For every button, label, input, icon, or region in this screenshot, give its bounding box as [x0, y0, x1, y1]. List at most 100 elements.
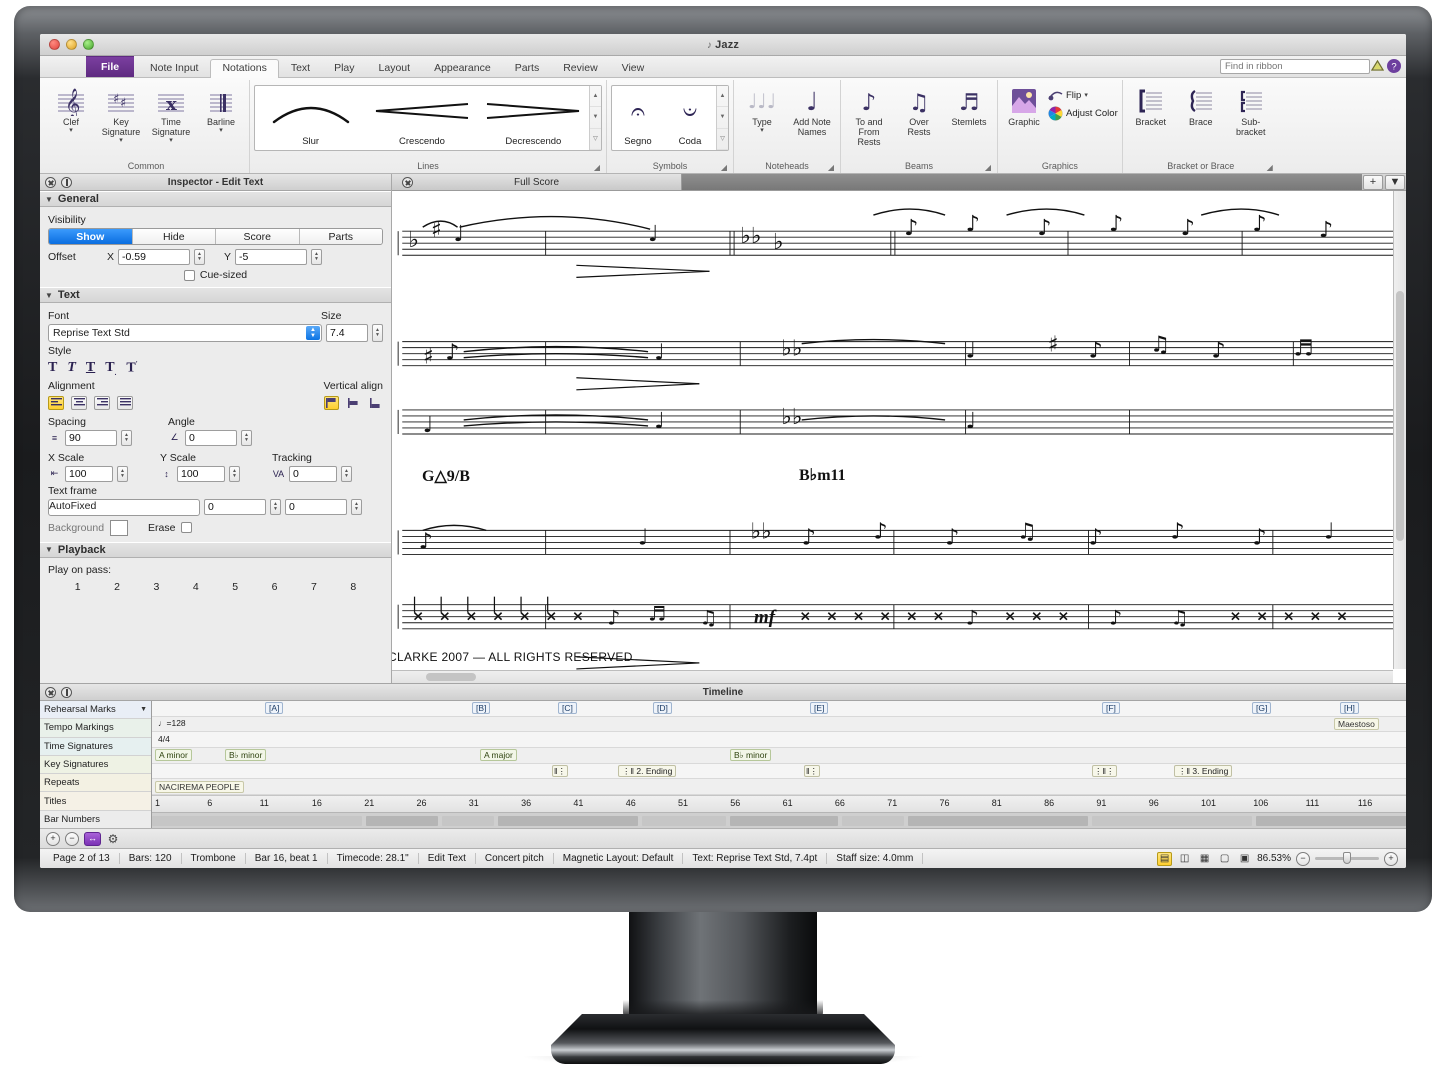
- pass-8[interactable]: 8: [334, 581, 373, 593]
- x-scale-input[interactable]: 100: [65, 466, 113, 482]
- tab-note-input[interactable]: Note Input: [138, 59, 210, 78]
- minus-circle-icon[interactable]: −: [1296, 852, 1310, 866]
- symbols-scroll-up-icon[interactable]: ▲: [717, 86, 728, 107]
- zoom-out-icon[interactable]: −: [65, 832, 79, 846]
- vertical-alignment-group[interactable]: [324, 396, 383, 410]
- rehearsal-mark-b[interactable]: [B]: [472, 702, 490, 714]
- status-concert-pitch[interactable]: Concert pitch: [476, 853, 554, 864]
- text-frame-height-input[interactable]: 0: [285, 499, 347, 515]
- zoom-slider[interactable]: [1315, 857, 1379, 860]
- gallery-scroll-down-icon[interactable]: ▼: [590, 107, 601, 128]
- lines-gallery-scrollbar[interactable]: ▲ ▼ ▽: [589, 86, 601, 150]
- clef-button[interactable]: 𝄞 Clef ▾: [47, 83, 95, 136]
- visibility-option-show[interactable]: Show: [49, 229, 133, 244]
- copyright-text[interactable]: CLARKE 2007 — ALL RIGHTS RESERVED: [392, 650, 633, 664]
- graphic-button[interactable]: Graphic: [1002, 83, 1046, 130]
- disclosure-triangle-icon[interactable]: ▼: [45, 545, 53, 554]
- timeline-bar-ruler[interactable]: 1611162126313641465156616671768186919610…: [152, 795, 1406, 812]
- key-signature-button[interactable]: ♯ ♯ Key Signature ▾: [97, 83, 145, 146]
- play-on-pass-row[interactable]: 1 2 3 4 5 6 7 8: [48, 578, 383, 593]
- add-note-names-button[interactable]: ♩ Add Note Names: [788, 83, 836, 140]
- score-paper[interactable]: ♭♯ ♩♩ ♭♭♭ ♪♪ ♪♪ ♪♪ ♪ ♯♪ ♩ ♭♭ ♩♯ ♪♫: [392, 191, 1406, 683]
- lines-gallery[interactable]: Slur Crescendo Decrescendo: [254, 85, 602, 151]
- align-right-icon[interactable]: [94, 396, 110, 410]
- tab-file[interactable]: File: [86, 56, 134, 77]
- font-size-stepper[interactable]: ▲▼: [372, 324, 383, 342]
- pass-4[interactable]: 4: [176, 581, 215, 593]
- symbols-scroll-down-icon[interactable]: ▼: [717, 107, 728, 128]
- tab-appearance[interactable]: Appearance: [422, 59, 503, 78]
- full-screen-icon[interactable]: ▣: [1237, 852, 1252, 866]
- timeline-mini-map[interactable]: [152, 812, 1406, 828]
- symbols-gallery[interactable]: 𝄐 Segno 𝄑 Coda ▲ ▼: [611, 85, 729, 151]
- timeline-row-key-signatures[interactable]: Key Signatures: [40, 756, 151, 774]
- beam-to-from-rests-button[interactable]: ♪ To and From Rests: [845, 83, 893, 150]
- time-signature-1[interactable]: 4/4: [155, 734, 173, 746]
- text-frame-option-fixed[interactable]: Fixed: [71, 500, 97, 515]
- valign-bottom-icon[interactable]: [368, 396, 383, 410]
- tab-play[interactable]: Play: [322, 59, 366, 78]
- single-page-view-icon[interactable]: ▢: [1217, 852, 1232, 866]
- pass-6[interactable]: 6: [255, 581, 294, 593]
- notehead-type-button[interactable]: ♩♩♩ Type ▾: [738, 83, 786, 136]
- rehearsal-mark-g[interactable]: [G]: [1252, 702, 1271, 714]
- tab-text[interactable]: Text: [279, 59, 322, 78]
- track-repeats[interactable]: ‖⋮ ⋮‖ 2. Ending ‖⋮ ⋮‖⋮ ⋮‖ 3. Ending: [152, 764, 1406, 780]
- timeline-row-repeats[interactable]: Repeats: [40, 774, 151, 792]
- lines-dialog-launcher-icon[interactable]: ◢: [594, 161, 600, 174]
- bracket-dialog-launcher-icon[interactable]: ◢: [1267, 161, 1273, 174]
- decrescendo-gallery-item[interactable]: Decrescendo: [478, 86, 589, 150]
- align-left-icon[interactable]: [48, 396, 64, 410]
- font-size-input[interactable]: 7.4: [326, 324, 368, 342]
- spreads-view-icon[interactable]: ◫: [1177, 852, 1192, 866]
- track-tempo-markings[interactable]: ♩=128 Maestoso: [152, 717, 1406, 733]
- symbols-gallery-scrollbar[interactable]: ▲ ▼ ▽: [716, 86, 728, 150]
- rehearsal-mark-c[interactable]: [C]: [558, 702, 577, 714]
- stemlets-button[interactable]: ♬ Stemlets: [945, 83, 993, 130]
- tab-list-icon[interactable]: ▼: [1385, 175, 1405, 190]
- tab-review[interactable]: Review: [551, 59, 609, 78]
- key-signature-bb-minor-2[interactable]: B♭ minor: [730, 749, 771, 761]
- align-center-icon[interactable]: [71, 396, 87, 410]
- chord-symbol-1[interactable]: G△9/B: [422, 466, 470, 486]
- chevron-down-icon[interactable]: ▾: [169, 138, 173, 143]
- barline-button[interactable]: Barline ▾: [197, 83, 245, 136]
- rehearsal-mark-a[interactable]: [A]: [265, 702, 283, 714]
- panorama-view-icon[interactable]: ▤: [1157, 852, 1172, 866]
- chevron-down-icon[interactable]: ▼: [140, 706, 147, 713]
- tab-view[interactable]: View: [610, 59, 657, 78]
- key-signature-a-minor[interactable]: A minor: [155, 749, 192, 761]
- tracking-input[interactable]: 0: [289, 466, 337, 482]
- y-scale-stepper[interactable]: ▲▼: [229, 466, 240, 482]
- timeline-row-titles[interactable]: Titles: [40, 792, 151, 810]
- noteheads-dialog-launcher-icon[interactable]: ◢: [828, 161, 834, 174]
- slur-gallery-item[interactable]: Slur: [255, 86, 366, 150]
- subscript-icon[interactable]: T.: [105, 360, 116, 377]
- tempo-marking-1[interactable]: ♩=128: [155, 718, 189, 730]
- timeline-row-tempo-markings[interactable]: Tempo Markings: [40, 719, 151, 737]
- offset-x-stepper[interactable]: ▲▼: [194, 249, 205, 265]
- dynamic-mf[interactable]: mf: [754, 607, 775, 629]
- multi-page-view-icon[interactable]: ▦: [1197, 852, 1212, 866]
- score-vertical-scroll-thumb[interactable]: [1396, 291, 1404, 541]
- tab-parts[interactable]: Parts: [503, 59, 552, 78]
- repeat-start-icon-2[interactable]: ‖⋮: [804, 765, 820, 777]
- plus-icon[interactable]: +: [1363, 175, 1383, 190]
- cue-sized-checkbox[interactable]: [184, 270, 195, 281]
- align-justify-icon[interactable]: [117, 396, 133, 410]
- angle-stepper[interactable]: ▲▼: [241, 430, 252, 446]
- pass-3[interactable]: 3: [137, 581, 176, 593]
- offset-y-input[interactable]: -5: [235, 249, 307, 265]
- text-frame-width-input[interactable]: 0: [204, 499, 266, 515]
- font-select[interactable]: Reprise Text Std ▲▼: [48, 324, 322, 342]
- rehearsal-mark-h[interactable]: [H]: [1340, 702, 1359, 714]
- pass-7[interactable]: 7: [294, 581, 333, 593]
- repeat-start-icon[interactable]: ‖⋮: [552, 765, 568, 777]
- adjust-color-button[interactable]: Adjust Color: [1048, 106, 1118, 121]
- text-frame-segmented-control[interactable]: Auto Fixed: [48, 499, 200, 516]
- visibility-option-score[interactable]: Score: [216, 229, 300, 244]
- tab-notations[interactable]: Notations: [210, 59, 278, 79]
- rehearsal-mark-e[interactable]: [E]: [810, 702, 828, 714]
- offset-y-stepper[interactable]: ▲▼: [311, 249, 322, 265]
- erase-checkbox[interactable]: [181, 522, 192, 533]
